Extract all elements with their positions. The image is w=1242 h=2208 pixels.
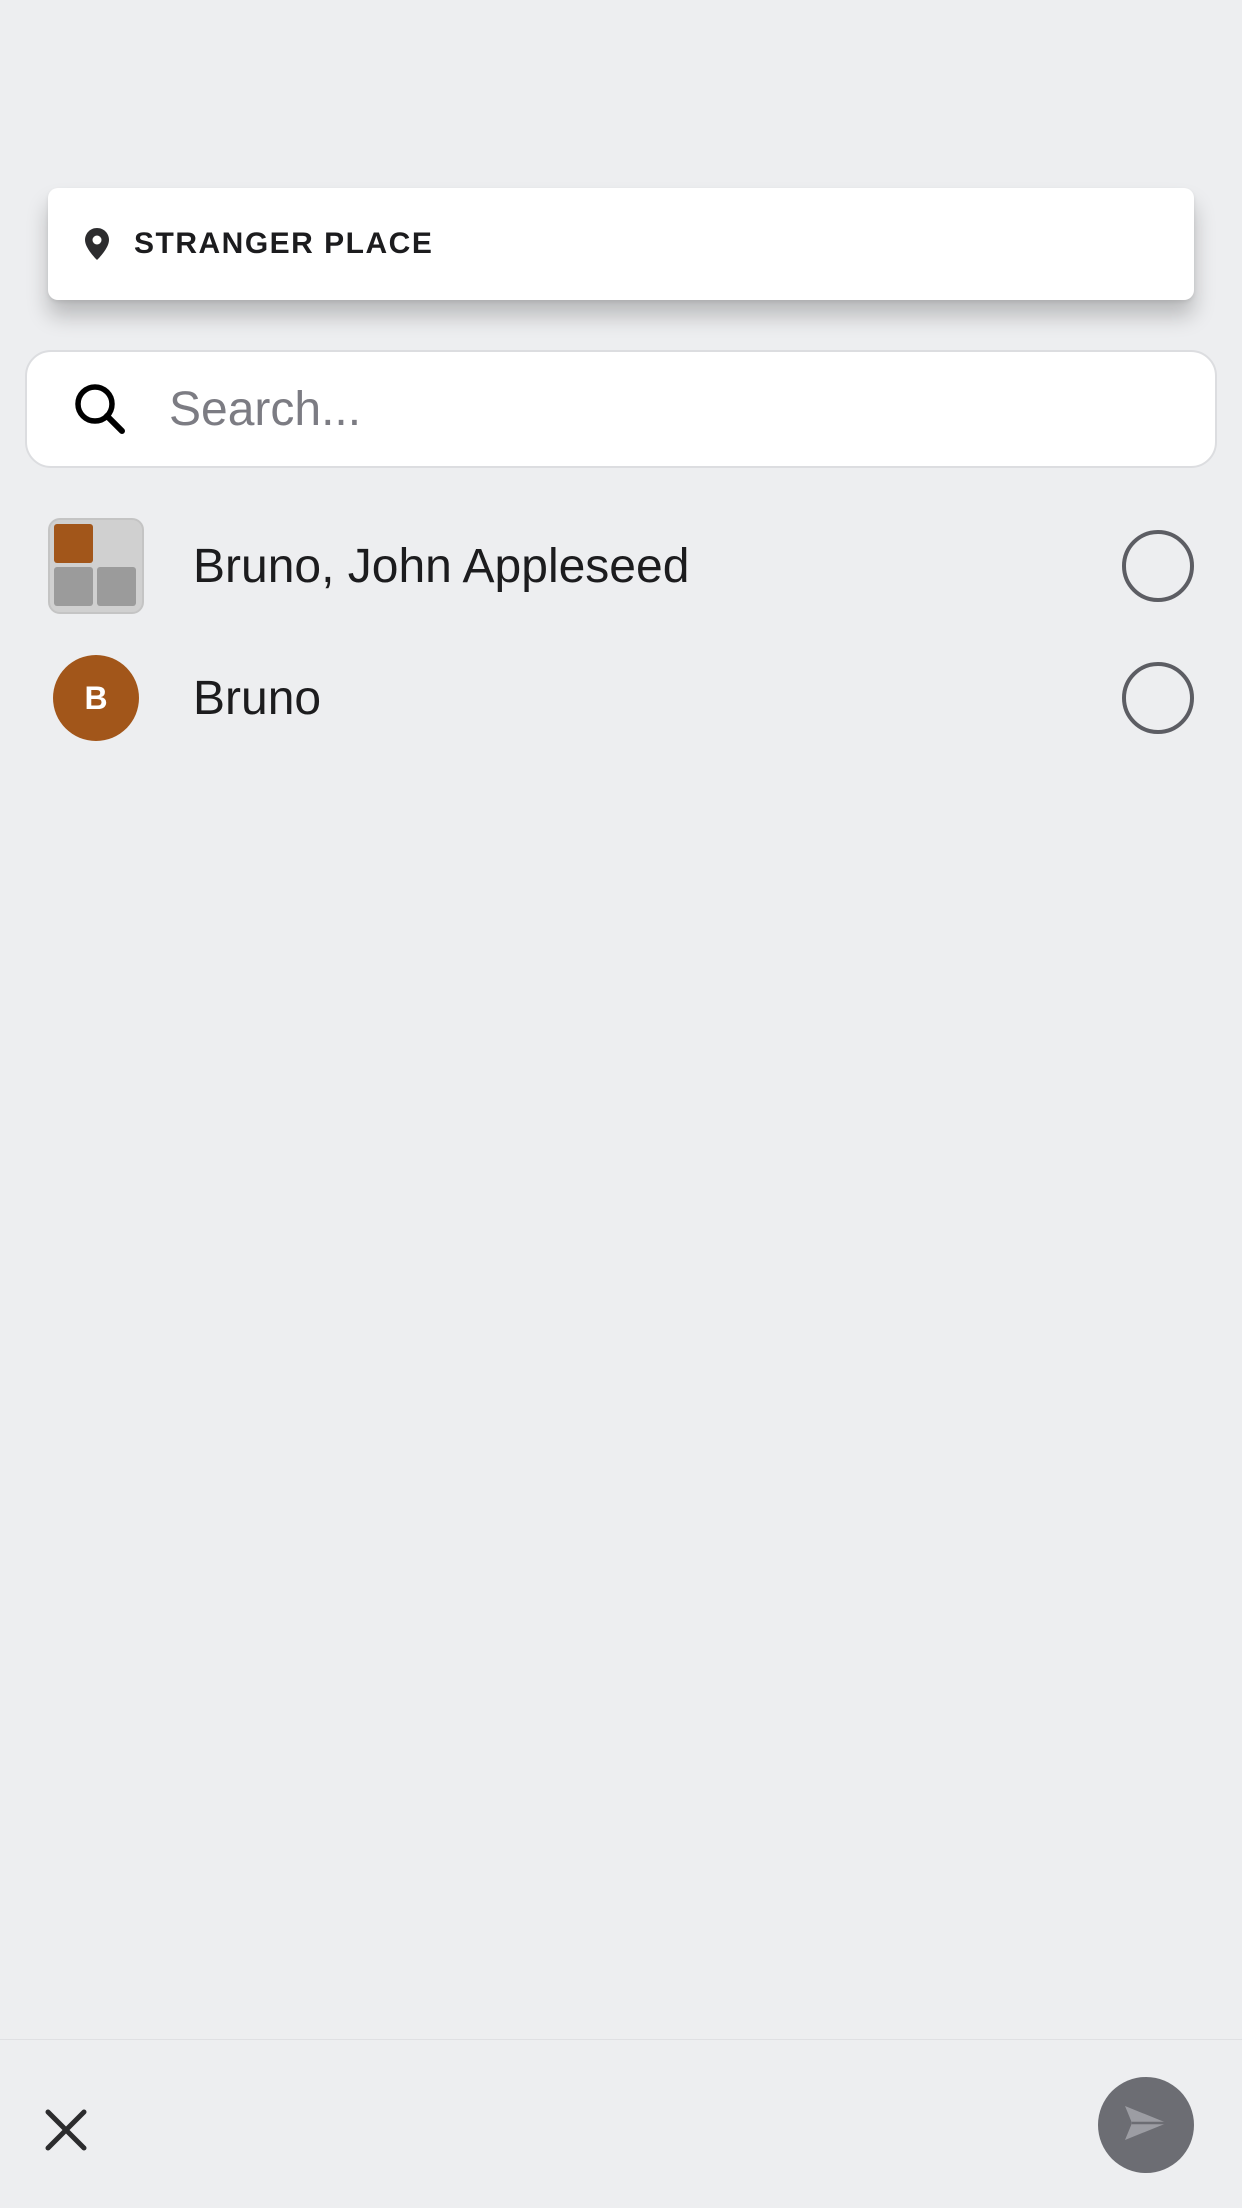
close-button[interactable]	[38, 2104, 94, 2160]
map-pin-icon	[84, 227, 110, 261]
share-screen: STRANGER PLACE Bruno, John Appleseed B B	[0, 0, 1242, 2208]
avatar	[48, 518, 144, 614]
list-item[interactable]: Bruno, John Appleseed	[0, 500, 1242, 632]
location-label: STRANGER PLACE	[134, 227, 434, 260]
select-radio[interactable]	[1122, 662, 1194, 734]
contact-name: Bruno, John Appleseed	[193, 539, 690, 593]
contact-name: Bruno	[193, 671, 322, 725]
location-header[interactable]: STRANGER PLACE	[48, 188, 1194, 300]
initial-avatar: B	[53, 655, 139, 741]
contact-list: Bruno, John Appleseed B Bruno	[0, 500, 1242, 764]
send-icon	[1122, 2103, 1170, 2148]
list-item[interactable]: B Bruno	[0, 632, 1242, 764]
search-input[interactable]	[169, 381, 1149, 437]
group-avatar	[48, 518, 144, 614]
send-button[interactable]	[1098, 2077, 1194, 2173]
search-bar[interactable]	[25, 350, 1217, 468]
close-icon	[44, 2108, 88, 2157]
search-icon	[73, 382, 127, 436]
bottom-bar	[0, 2039, 1242, 2208]
avatar: B	[48, 650, 144, 746]
select-radio[interactable]	[1122, 530, 1194, 602]
